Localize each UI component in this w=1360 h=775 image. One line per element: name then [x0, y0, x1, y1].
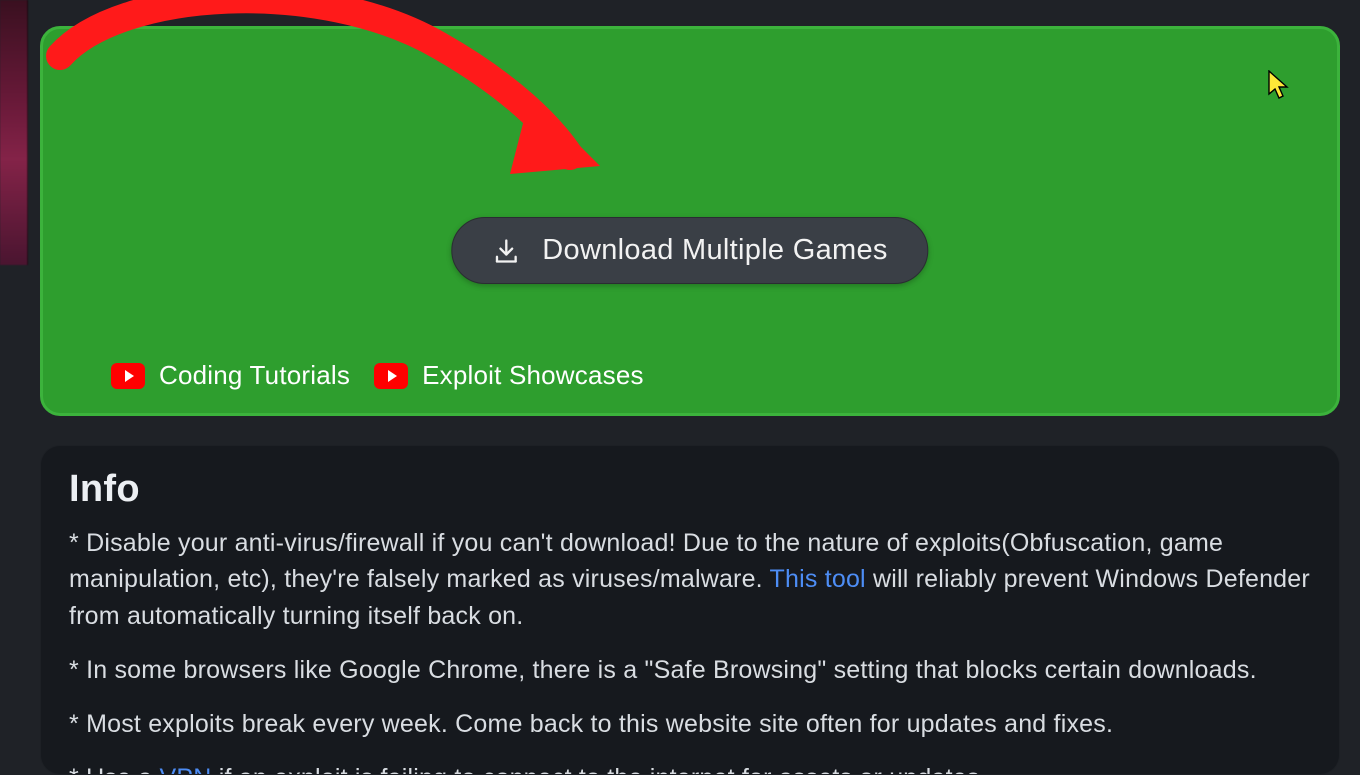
download-icon — [492, 237, 520, 265]
yt-link-label: Exploit Showcases — [422, 360, 644, 391]
info-link-vpn[interactable]: VPN — [160, 764, 212, 775]
yt-link-coding-tutorials[interactable]: Coding Tutorials — [111, 360, 350, 391]
download-button[interactable]: Download Multiple Games — [451, 217, 928, 284]
download-section: Download Multiple Games Coding Tutorials… — [40, 26, 1340, 416]
youtube-icon — [374, 363, 408, 389]
download-button-label: Download Multiple Games — [542, 234, 887, 267]
youtube-icon — [111, 363, 145, 389]
info-link-this-tool[interactable]: This tool — [770, 565, 866, 593]
yt-link-exploit-showcases[interactable]: Exploit Showcases — [374, 360, 644, 391]
info-text: if an exploit is failing to connect to t… — [212, 764, 980, 775]
info-bullet-3: * Most exploits break every week. Come b… — [69, 706, 1311, 742]
info-section: Info * Disable your anti-virus/firewall … — [40, 445, 1340, 775]
left-decorative-strip — [0, 0, 28, 265]
info-heading: Info — [69, 468, 1311, 511]
yt-link-label: Coding Tutorials — [159, 360, 350, 391]
info-text: * Use a — [69, 764, 160, 775]
info-bullet-2: * In some browsers like Google Chrome, t… — [69, 652, 1311, 688]
info-bullet-1: * Disable your anti-virus/firewall if yo… — [69, 525, 1311, 634]
youtube-links-row: Coding Tutorials Exploit Showcases — [111, 360, 644, 391]
info-bullet-4: * Use a VPN if an exploit is failing to … — [69, 760, 1311, 775]
